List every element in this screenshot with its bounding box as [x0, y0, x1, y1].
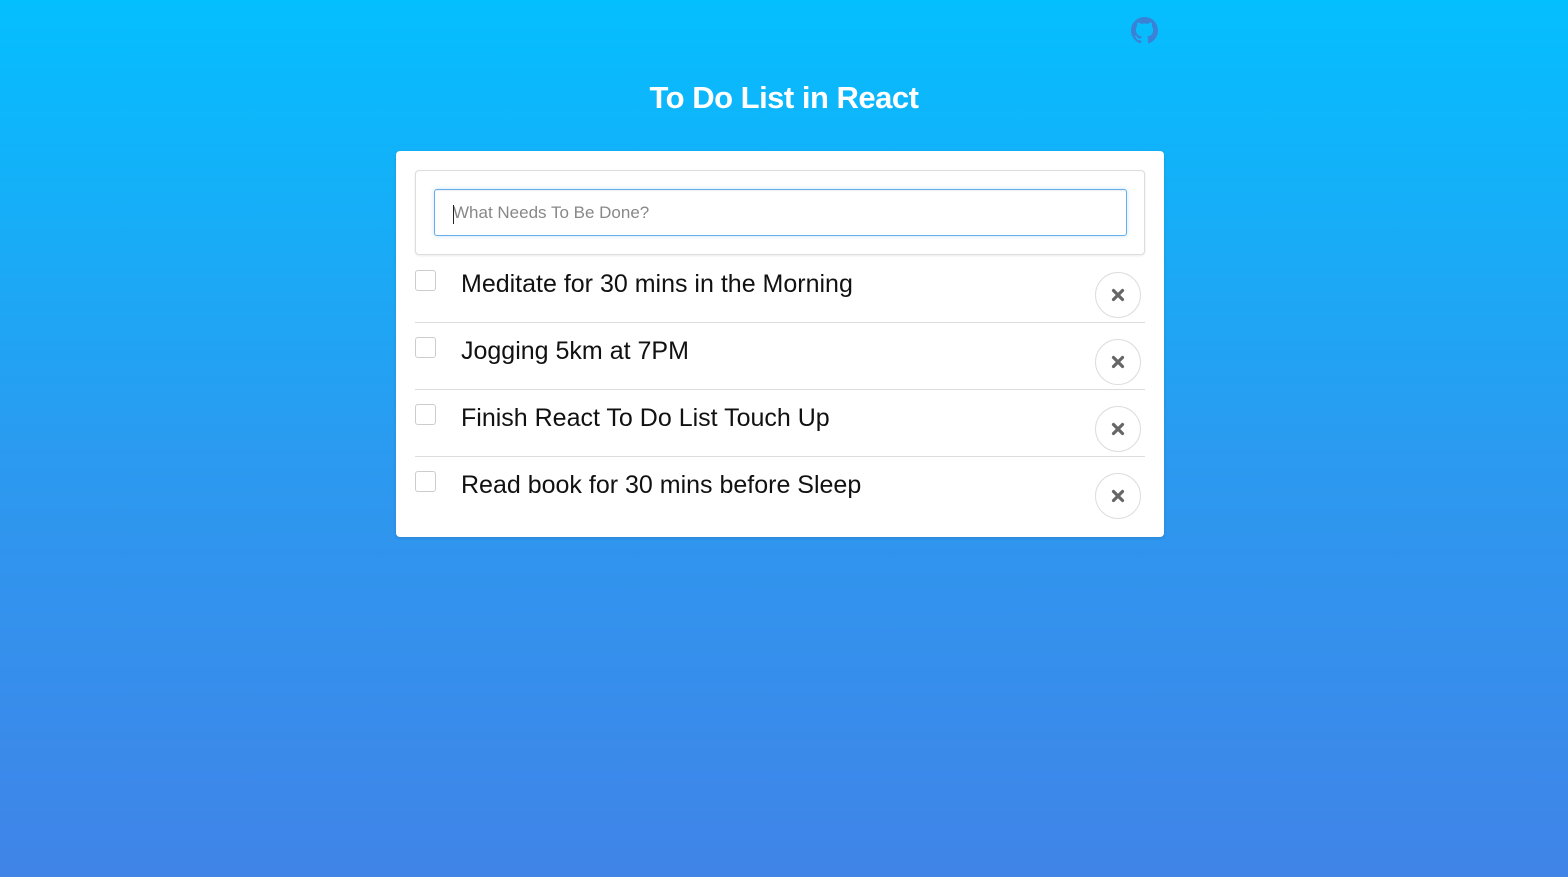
delete-button[interactable] — [1095, 406, 1141, 452]
todo-list: Meditate for 30 mins in the Morning Jogg… — [415, 256, 1145, 524]
github-link[interactable] — [1131, 17, 1158, 44]
todo-text: Finish React To Do List Touch Up — [461, 404, 830, 432]
delete-button[interactable] — [1095, 272, 1141, 318]
github-icon — [1131, 17, 1158, 44]
text-caret — [453, 205, 454, 224]
delete-button[interactable] — [1095, 339, 1141, 385]
todo-item: Jogging 5km at 7PM — [415, 323, 1145, 390]
todo-card: Meditate for 30 mins in the Morning Jogg… — [396, 151, 1164, 537]
todo-checkbox[interactable] — [415, 471, 436, 492]
todo-input[interactable] — [434, 189, 1127, 236]
page-title: To Do List in React — [649, 80, 919, 115]
delete-button[interactable] — [1095, 473, 1141, 519]
todo-item: Read book for 30 mins before Sleep — [415, 457, 1145, 524]
close-icon — [1111, 355, 1125, 369]
todo-item: Meditate for 30 mins in the Morning — [415, 256, 1145, 323]
close-icon — [1111, 422, 1125, 436]
todo-item: Finish React To Do List Touch Up — [415, 390, 1145, 457]
todo-checkbox[interactable] — [415, 337, 436, 358]
todo-text: Read book for 30 mins before Sleep — [461, 471, 862, 499]
todo-checkbox[interactable] — [415, 404, 436, 425]
todo-text: Jogging 5km at 7PM — [461, 337, 689, 365]
todo-text: Meditate for 30 mins in the Morning — [461, 270, 853, 298]
close-icon — [1111, 288, 1125, 302]
todo-checkbox[interactable] — [415, 270, 436, 291]
input-panel — [415, 170, 1145, 255]
close-icon — [1111, 489, 1125, 503]
